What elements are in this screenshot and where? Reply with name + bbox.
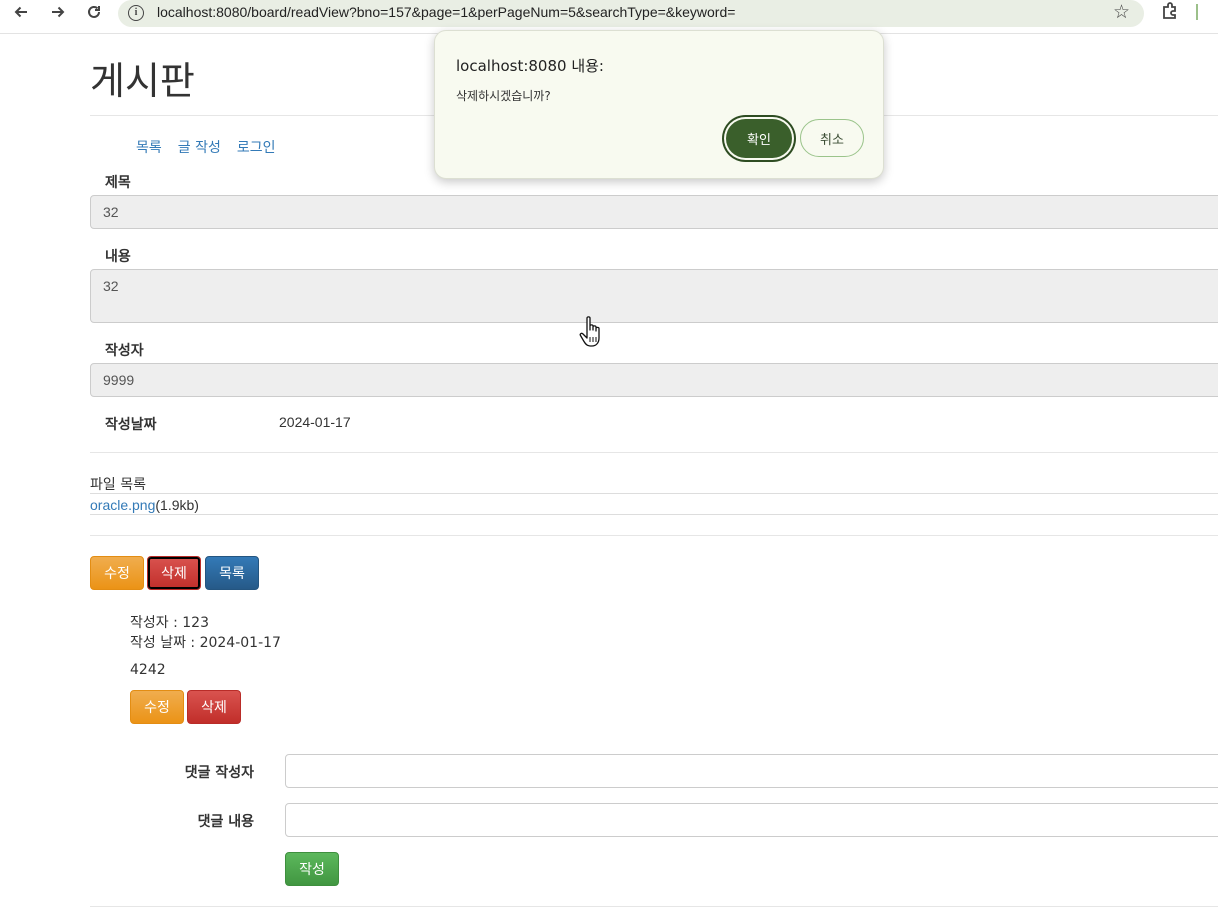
title-field[interactable]: 32 [90, 195, 1218, 229]
page-title: 게시판 [90, 59, 195, 103]
file-list-label: 파일 목록 [90, 477, 146, 493]
divider [90, 906, 1218, 907]
top-nav: 목록 글 작성 로그인 [136, 137, 276, 157]
dialog-cancel-button[interactable]: 취소 [800, 119, 864, 157]
back-icon[interactable] [9, 0, 33, 24]
file-link[interactable]: oracle.png [90, 497, 155, 513]
file-size: (1.9kb) [155, 497, 199, 513]
address-bar[interactable]: i localhost:8080/board/readView?bno=157&… [118, 0, 1144, 27]
delete-button[interactable]: 삭제 [147, 556, 201, 590]
reply-submit-button[interactable]: 작성 [285, 852, 339, 886]
forward-icon[interactable] [46, 0, 70, 24]
reply-date: 작성 날짜 : 2024-01-17 [130, 635, 281, 651]
content-label: 내용 [105, 249, 131, 265]
nav-link-write[interactable]: 글 작성 [178, 137, 221, 157]
browser-toolbar: i localhost:8080/board/readView?bno=157&… [0, 0, 1218, 34]
confirm-dialog: localhost:8080 내용: 삭제하시겠습니까? 확인 취소 [434, 30, 884, 179]
nav-link-list[interactable]: 목록 [136, 137, 162, 157]
extensions-icon[interactable] [1160, 1, 1180, 26]
reply-delete-button[interactable]: 삭제 [187, 690, 241, 724]
divider [90, 452, 1218, 453]
dialog-message: 삭제하시겠습니까? [456, 89, 551, 103]
reply-writer: 작성자 : 123 [130, 615, 209, 631]
date-label: 작성날짜 [105, 417, 157, 433]
reply-content: 4242 [130, 662, 166, 678]
reply-content-label: 댓글 내용 [197, 814, 254, 830]
site-info-icon[interactable]: i [128, 5, 144, 21]
reply-content-input[interactable] [285, 803, 1218, 837]
content-field[interactable]: 32 [90, 269, 1218, 323]
hand-cursor-icon [579, 316, 600, 347]
date-value: 2024-01-17 [279, 414, 351, 430]
dialog-title: localhost:8080 내용: [456, 57, 604, 75]
reply-edit-button[interactable]: 수정 [130, 690, 184, 724]
dialog-ok-button[interactable]: 확인 [726, 119, 792, 158]
bookmark-star-icon[interactable]: ☆ [1113, 1, 1130, 23]
toolbar-divider [1196, 4, 1198, 20]
list-button[interactable]: 목록 [205, 556, 259, 590]
divider [90, 535, 1218, 536]
url-text[interactable]: localhost:8080/board/readView?bno=157&pa… [157, 4, 735, 20]
title-label: 제목 [105, 175, 131, 191]
writer-label: 작성자 [105, 343, 144, 359]
reply-writer-input[interactable] [285, 754, 1218, 788]
reload-icon[interactable] [82, 0, 106, 24]
edit-button[interactable]: 수정 [90, 556, 144, 590]
file-list-item: oracle.png(1.9kb) [90, 493, 1218, 515]
reply-writer-label: 댓글 작성자 [184, 765, 254, 781]
writer-field[interactable]: 9999 [90, 363, 1218, 397]
nav-link-login[interactable]: 로그인 [237, 137, 276, 157]
